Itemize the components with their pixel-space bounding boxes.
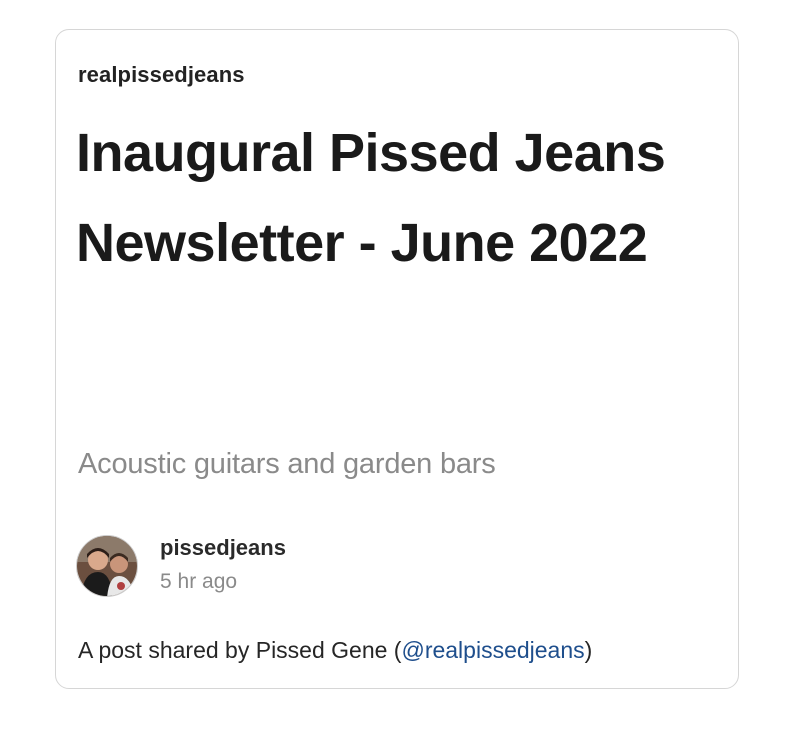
author-avatar[interactable] (76, 535, 138, 597)
embed-caption: A post shared by Pissed Gene (@realpisse… (78, 637, 592, 664)
post-subtitle: Acoustic guitars and garden bars (78, 448, 496, 480)
caption-prefix: A post shared by Pissed Gene ( (78, 637, 402, 663)
account-name[interactable]: realpissedjeans (78, 62, 245, 88)
avatar-photo-icon (77, 536, 137, 596)
caption-handle-link[interactable]: @realpissedjeans (401, 637, 584, 663)
post-timestamp: 5 hr ago (160, 570, 238, 593)
post-title: Inaugural Pissed Jeans Newsletter - June… (76, 123, 666, 273)
author-name[interactable]: pissedjeans (160, 535, 286, 561)
caption-suffix: ) (584, 637, 593, 663)
instagram-embed-card: realpissedjeans Inaugural Pissed Jeans N… (55, 29, 739, 689)
